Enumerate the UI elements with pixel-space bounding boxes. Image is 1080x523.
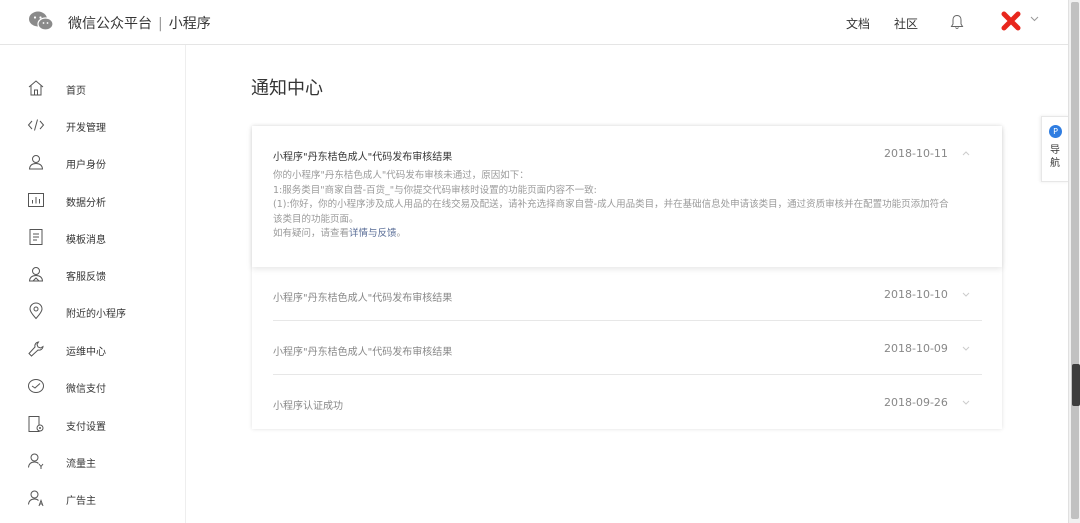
- page-scrollbar[interactable]: [1068, 0, 1080, 523]
- community-link[interactable]: 社区: [894, 15, 918, 32]
- body-line: 1:服务类目"商家自营-百货_"与你提交代码审核时设置的功能页面内容不一致:: [273, 184, 597, 196]
- page-title: 通知中心: [251, 78, 323, 99]
- sidebar-item-ops[interactable]: 运维中心: [0, 334, 185, 364]
- notification-date: 2018-10-11: [884, 147, 948, 160]
- sidebar-item-label: 模板消息: [66, 235, 106, 246]
- sidebar-item-user-identity[interactable]: 用户身份: [0, 147, 185, 177]
- collapse-arrow-icon[interactable]: [962, 151, 970, 156]
- sidebar-item-label: 数据分析: [66, 198, 106, 209]
- advertiser-icon: [28, 490, 44, 507]
- body-footer: 如有疑问，请查看详情与反馈。: [273, 227, 953, 242]
- notification-date: 2018-10-10: [884, 288, 948, 301]
- notification-title: 小程序"丹东桔色成人"代码发布审核结果: [273, 293, 453, 304]
- sidebar-item-label: 运维中心: [66, 347, 106, 358]
- notification-item[interactable]: 小程序"丹东桔色成人"代码发布审核结果 2018-10-09: [252, 321, 1002, 375]
- nav-badge-icon: P: [1049, 125, 1062, 138]
- sidebar-item-label: 流量主: [66, 459, 96, 470]
- code-icon: [27, 119, 45, 131]
- sidebar-item-traffic-owner[interactable]: 流量主: [0, 446, 185, 476]
- user-icon: [28, 155, 44, 170]
- notification-item[interactable]: 小程序认证成功 2018-09-26: [252, 375, 1002, 429]
- template-icon: [29, 229, 43, 245]
- notification-body: 你的小程序"丹东桔色成人"代码发布审核未通过，原因如下： 1:服务类目"商家自营…: [273, 169, 953, 242]
- sidebar-item-label: 广告主: [66, 496, 96, 507]
- scrollbar-thumb[interactable]: [1071, 2, 1079, 519]
- expand-arrow-icon[interactable]: [962, 346, 970, 351]
- sidebar-item-advertiser[interactable]: 广告主: [0, 483, 185, 513]
- bell-icon[interactable]: [950, 14, 964, 30]
- sidebar-item-label: 附近的小程序: [66, 309, 126, 320]
- sidebar: 首页 开发管理 用户身份 数据分析 模板消息 客服反馈 附近的小程序 运维中心 …: [0, 45, 186, 523]
- brand-separator: |: [158, 16, 163, 32]
- footer-suffix: 。: [396, 228, 407, 239]
- notification-date: 2018-09-26: [884, 396, 948, 409]
- sidebar-item-label: 用户身份: [66, 160, 106, 171]
- location-icon: [29, 302, 43, 320]
- sidebar-item-template-msg[interactable]: 模板消息: [0, 222, 185, 252]
- sidebar-item-dev[interactable]: 开发管理: [0, 110, 185, 140]
- chevron-down-icon[interactable]: [1030, 16, 1039, 22]
- sidebar-item-label: 首页: [66, 86, 86, 97]
- floating-widget-handle[interactable]: [1072, 364, 1080, 406]
- sidebar-item-analytics[interactable]: 数据分析: [0, 185, 185, 215]
- sidebar-item-home[interactable]: 首页: [0, 73, 185, 103]
- nav-tab-label: 导航: [1050, 145, 1060, 169]
- top-bar: 微信公众平台 | 小程序 文档 社区: [0, 0, 1068, 45]
- bar-chart-icon: [28, 193, 44, 207]
- brand-section: 小程序: [168, 16, 211, 32]
- home-icon: [28, 80, 44, 96]
- floating-nav-tab[interactable]: P 导航: [1041, 116, 1069, 182]
- wechat-logo-icon[interactable]: [28, 10, 54, 32]
- body-line: 你的小程序"丹东桔色成人"代码发布审核未通过，原因如下：: [273, 170, 529, 181]
- brand-title[interactable]: 微信公众平台 | 小程序: [68, 13, 211, 33]
- sidebar-item-wechat-pay[interactable]: 微信支付: [0, 371, 185, 401]
- service-icon: [28, 267, 44, 282]
- sidebar-item-payment-settings[interactable]: 支付设置: [0, 409, 185, 439]
- notification-item[interactable]: 小程序"丹东桔色成人"代码发布审核结果 2018-10-10: [252, 267, 1002, 321]
- notification-list: 小程序"丹东桔色成人"代码发布审核结果 2018-10-11 你的小程序"丹东桔…: [252, 126, 1002, 429]
- brand-name: 微信公众平台: [68, 16, 152, 32]
- sidebar-item-label: 微信支付: [66, 384, 106, 395]
- footer-prefix: 如有疑问，请查看: [273, 228, 350, 239]
- expand-arrow-icon[interactable]: [962, 400, 970, 405]
- wechat-pay-icon: [28, 379, 44, 393]
- expand-arrow-icon[interactable]: [962, 292, 970, 297]
- notification-title: 小程序认证成功: [273, 401, 343, 412]
- sidebar-item-service-feedback[interactable]: 客服反馈: [0, 259, 185, 289]
- sidebar-item-label: 支付设置: [66, 422, 106, 433]
- traffic-owner-icon: [28, 453, 44, 469]
- notification-date: 2018-10-09: [884, 342, 948, 355]
- sidebar-item-label: 开发管理: [66, 123, 106, 134]
- details-feedback-link[interactable]: 详情与反馈: [349, 228, 397, 239]
- body-line: (1):你好，你的小程序涉及成人用品的在线交易及配送，请补充选择商家自营-成人用…: [273, 199, 949, 225]
- docs-link[interactable]: 文档: [846, 15, 870, 32]
- sidebar-item-label: 客服反馈: [66, 272, 106, 283]
- notification-title: 小程序"丹东桔色成人"代码发布审核结果: [273, 152, 453, 163]
- payment-settings-icon: [28, 416, 44, 432]
- notification-item-expanded[interactable]: 小程序"丹东桔色成人"代码发布审核结果 2018-10-11 你的小程序"丹东桔…: [252, 126, 1002, 267]
- wrench-icon: [28, 341, 44, 357]
- avatar-icon[interactable]: [1001, 11, 1021, 31]
- notification-title: 小程序"丹东桔色成人"代码发布审核结果: [273, 347, 453, 358]
- sidebar-item-nearby[interactable]: 附近的小程序: [0, 296, 185, 326]
